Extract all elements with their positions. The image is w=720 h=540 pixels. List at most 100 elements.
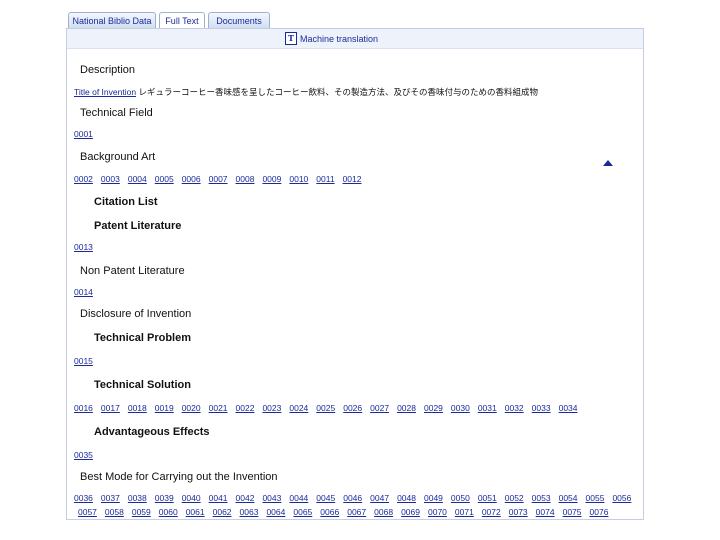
tab-national-biblio-data[interactable]: National Biblio Data xyxy=(68,12,156,29)
patent-literature-paragraphs: 0013 xyxy=(74,242,101,252)
heading-advantageous-effects: Advantageous Effects xyxy=(94,426,210,438)
paragraph-link[interactable]: 0045 xyxy=(316,493,335,503)
paragraph-link[interactable]: 0003 xyxy=(101,174,120,184)
paragraph-link[interactable]: 0010 xyxy=(289,174,308,184)
paragraph-link[interactable]: 0074 xyxy=(536,507,555,517)
paragraph-link[interactable]: 0052 xyxy=(505,493,524,503)
paragraph-link[interactable]: 0023 xyxy=(262,403,281,413)
paragraph-link[interactable]: 0046 xyxy=(343,493,362,503)
paragraph-link[interactable]: 0041 xyxy=(209,493,228,503)
paragraph-link[interactable]: 0051 xyxy=(478,493,497,503)
paragraph-link[interactable]: 0018 xyxy=(128,403,147,413)
paragraph-link[interactable]: 0004 xyxy=(128,174,147,184)
paragraph-link[interactable]: 0059 xyxy=(132,507,151,517)
paragraph-link[interactable]: 0031 xyxy=(478,403,497,413)
technical-solution-paragraphs: 0016 0017 0018 0019 0020 0021 0022 0023 0024 0025… xyxy=(74,403,586,413)
paragraph-link[interactable]: 0028 xyxy=(397,403,416,413)
paragraph-link[interactable]: 0044 xyxy=(289,493,308,503)
paragraph-link[interactable]: 0058 xyxy=(105,507,124,517)
heading-citation-list: Citation List xyxy=(94,196,158,208)
heading-technical-problem: Technical Problem xyxy=(94,332,191,344)
paragraph-link[interactable]: 0014 xyxy=(74,287,93,297)
paragraph-link[interactable]: 0061 xyxy=(186,507,205,517)
paragraph-link[interactable]: 0066 xyxy=(320,507,339,517)
paragraph-link[interactable]: 0062 xyxy=(213,507,232,517)
title-of-invention-link[interactable]: Title of Invention xyxy=(74,87,136,97)
paragraph-link[interactable]: 0007 xyxy=(209,174,228,184)
translate-icon: T xyxy=(285,32,297,45)
paragraph-link[interactable]: 0075 xyxy=(563,507,582,517)
paragraph-link[interactable]: 0008 xyxy=(236,174,255,184)
paragraph-link[interactable]: 0053 xyxy=(532,493,551,503)
paragraph-link[interactable]: 0019 xyxy=(155,403,174,413)
paragraph-link[interactable]: 0025 xyxy=(316,403,335,413)
paragraph-link[interactable]: 0043 xyxy=(262,493,281,503)
paragraph-link[interactable]: 0027 xyxy=(370,403,389,413)
machine-translation-link[interactable]: T Machine translation xyxy=(285,32,378,45)
machine-translation-bar: T Machine translation xyxy=(67,29,643,49)
paragraph-link[interactable]: 0065 xyxy=(293,507,312,517)
paragraph-link[interactable]: 0063 xyxy=(240,507,259,517)
paragraph-link[interactable]: 0068 xyxy=(374,507,393,517)
paragraph-link[interactable]: 0033 xyxy=(532,403,551,413)
paragraph-link[interactable]: 0042 xyxy=(236,493,255,503)
paragraph-link[interactable]: 0013 xyxy=(74,242,93,252)
paragraph-link[interactable]: 0030 xyxy=(451,403,470,413)
heading-background-art: Background Art xyxy=(80,151,156,163)
tab-documents[interactable]: Documents xyxy=(208,12,270,29)
paragraph-link[interactable]: 0036 xyxy=(74,493,93,503)
paragraph-link[interactable]: 0024 xyxy=(289,403,308,413)
paragraph-link[interactable]: 0012 xyxy=(343,174,362,184)
paragraph-link[interactable]: 0064 xyxy=(266,507,285,517)
paragraph-link[interactable]: 0017 xyxy=(101,403,120,413)
paragraph-link[interactable]: 0022 xyxy=(236,403,255,413)
paragraph-link[interactable]: 0038 xyxy=(128,493,147,503)
technical-problem-paragraphs: 0015 xyxy=(74,356,101,366)
paragraph-link[interactable]: 0026 xyxy=(343,403,362,413)
paragraph-link[interactable]: 0056 xyxy=(612,493,631,503)
paragraph-link[interactable]: 0054 xyxy=(559,493,578,503)
paragraph-link[interactable]: 0039 xyxy=(155,493,174,503)
paragraph-link[interactable]: 0009 xyxy=(262,174,281,184)
paragraph-link[interactable]: 0069 xyxy=(401,507,420,517)
paragraph-link[interactable]: 0060 xyxy=(159,507,178,517)
paragraph-link[interactable]: 0055 xyxy=(586,493,605,503)
paragraph-link[interactable]: 0011 xyxy=(316,174,334,184)
paragraph-link[interactable]: 0015 xyxy=(74,356,93,366)
paragraph-link[interactable]: 0032 xyxy=(505,403,524,413)
scroll-to-top-icon[interactable] xyxy=(603,160,613,166)
paragraph-link[interactable]: 0002 xyxy=(74,174,93,184)
paragraph-link[interactable]: 0040 xyxy=(182,493,201,503)
paragraph-link[interactable]: 0050 xyxy=(451,493,470,503)
paragraph-link[interactable]: 0021 xyxy=(209,403,228,413)
paragraph-link[interactable]: 0034 xyxy=(559,403,578,413)
paragraph-link[interactable]: 0016 xyxy=(74,403,93,413)
heading-disclosure-of-invention: Disclosure of Invention xyxy=(80,308,192,320)
machine-translation-label: Machine translation xyxy=(300,33,379,44)
non-patent-literature-paragraphs: 0014 xyxy=(74,287,101,297)
paragraph-link[interactable]: 0071 xyxy=(455,507,474,517)
heading-patent-literature: Patent Literature xyxy=(94,220,182,232)
paragraph-link[interactable]: 0001 xyxy=(74,129,93,139)
paragraph-link[interactable]: 0005 xyxy=(155,174,174,184)
paragraph-link[interactable]: 0020 xyxy=(182,403,201,413)
paragraph-link[interactable]: 0076 xyxy=(590,507,609,517)
heading-non-patent-literature: Non Patent Literature xyxy=(80,265,185,277)
paragraph-link[interactable]: 0035 xyxy=(74,450,93,460)
paragraph-link[interactable]: 0067 xyxy=(347,507,366,517)
paragraph-link[interactable]: 0006 xyxy=(182,174,201,184)
paragraph-link[interactable]: 0037 xyxy=(101,493,120,503)
paragraph-link[interactable]: 0048 xyxy=(397,493,416,503)
best-mode-paragraphs-row-1: 0036 0037 0038 0039 0040 0041 0042 0043 0044 0045… xyxy=(74,493,639,503)
paragraph-link[interactable]: 0049 xyxy=(424,493,443,503)
heading-best-mode: Best Mode for Carrying out the Invention xyxy=(80,471,278,483)
heading-description: Description xyxy=(80,64,136,76)
title-of-invention-line: Title of Invention レギュラーコーヒー香味感を呈したコーヒー飲… xyxy=(74,86,538,98)
tab-bar: National Biblio Data Full Text Documents xyxy=(68,12,270,30)
paragraph-link[interactable]: 0047 xyxy=(370,493,389,503)
paragraph-link[interactable]: 0073 xyxy=(509,507,528,517)
paragraph-link[interactable]: 0029 xyxy=(424,403,443,413)
paragraph-link[interactable]: 0070 xyxy=(428,507,447,517)
paragraph-link[interactable]: 0057 xyxy=(78,507,97,517)
paragraph-link[interactable]: 0072 xyxy=(482,507,501,517)
